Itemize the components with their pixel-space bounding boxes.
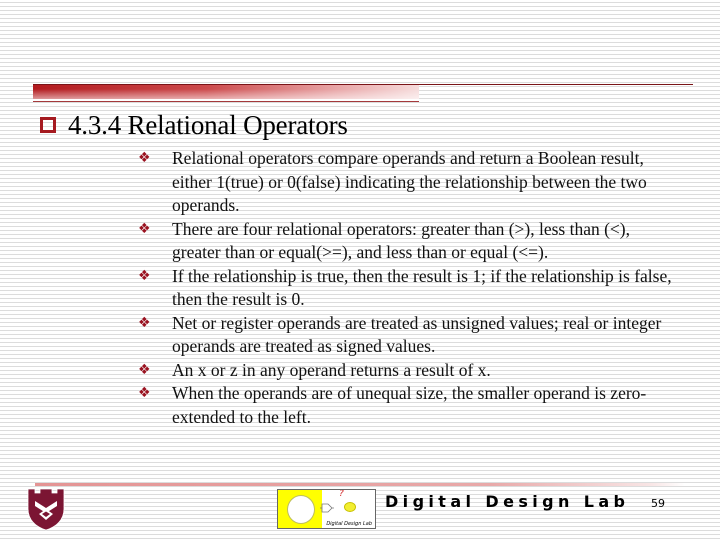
hollow-square-icon [40,117,56,133]
four-diamond-icon: ❖ [138,267,151,284]
lab-logo-dot [344,502,356,512]
bullet-text: There are four relational operators: gre… [172,218,630,263]
list-item: ❖ When the operands are of unequal size,… [138,382,683,429]
lab-logo: ? Digital Design Lab [277,489,376,529]
lab-logo-caption: Digital Design Lab [326,521,372,527]
list-item: ❖ If the relationship is true, then the … [138,265,683,312]
four-diamond-icon: ❖ [138,150,151,166]
list-item: ❖ There are four relational operators: g… [138,218,683,265]
university-shield-icon [27,488,65,531]
four-diamond-icon: ❖ [138,314,151,331]
title-underline [33,101,419,102]
bullet-text: If the relationship is true, then the re… [172,265,672,310]
page-number: 59 [651,497,665,510]
lab-logo-oval [287,495,315,524]
bullet-text: Net or register operands are treated as … [172,312,662,357]
bullet-text: Relational operators compare operands an… [172,148,647,215]
slide-title: 4.3.4 Relational Operators [40,108,348,142]
four-diamond-icon: ❖ [138,220,151,237]
four-diamond-icon: ❖ [138,361,151,378]
list-item: ❖ Relational operators compare operands … [138,147,683,218]
four-diamond-icon: ❖ [138,385,151,401]
bullet-list: ❖ Relational operators compare operands … [138,147,683,429]
footer-rule-line [35,483,685,486]
question-mark: ? [339,489,344,499]
lab-name: Digital Design Lab [385,492,630,511]
title-rule-line [33,84,693,85]
list-item: ❖ Net or register operands are treated a… [138,312,683,359]
bullet-text: An x or z in any operand returns a resul… [172,359,491,380]
logic-gate-icon [320,503,334,513]
bullet-text: When the operands are of unequal size, t… [172,383,647,427]
title-decoration-bar [33,84,419,99]
list-item: ❖ An x or z in any operand returns a res… [138,359,683,383]
slide-title-text: 4.3.4 Relational Operators [68,109,348,140]
